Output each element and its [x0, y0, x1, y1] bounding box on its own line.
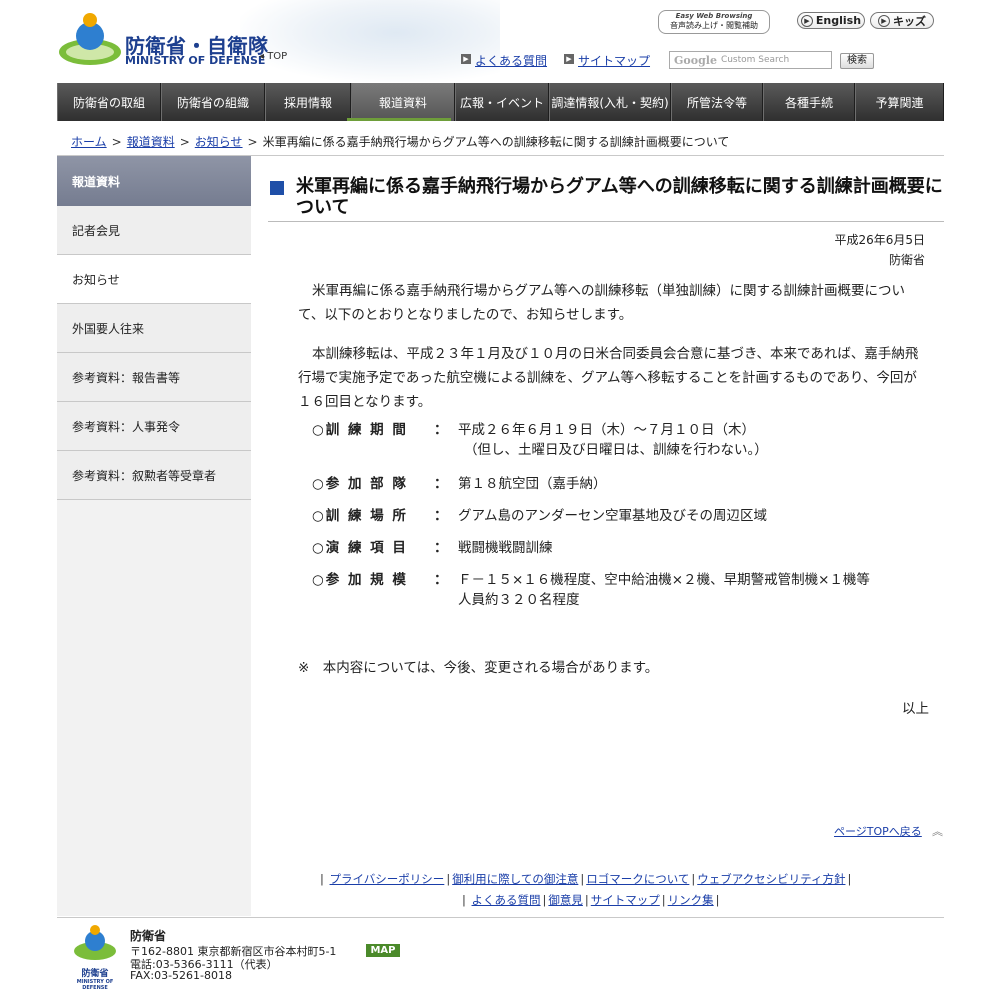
footer-link-notice[interactable]: 御利用に際しての御注意	[452, 872, 578, 886]
footer-logo-ja: 防衛省	[81, 969, 109, 979]
detail-label: ○訓 練 期 間	[312, 422, 408, 438]
page-title: 米軍再編に係る嘉手納飛行場からグアム等への訓練移転に関する訓練計画概要について	[296, 176, 943, 218]
detail-training-item: ○演 練 項 目 ： 戦闘機戦闘訓練	[312, 538, 898, 558]
detail-colon: ：	[434, 540, 448, 556]
english-button[interactable]: ▶ English	[797, 12, 865, 29]
detail-period: ○訓 練 期 間 ： 平成２６年６月１９日（木）～７月１０日（木） （但し、土曜…	[312, 420, 898, 460]
site-logo[interactable]: 防衛省・自衛隊 MINISTRY OF DEFENSE	[57, 12, 297, 72]
breadcrumb: ホーム > 報道資料 > お知らせ > 米軍再編に係る嘉手納飛行場からグアム等への訓練移転に…	[71, 135, 730, 149]
gnav-active-indicator	[347, 118, 451, 121]
footer-links-row1: | プライバシーポリシー | 御利用に際しての御注意 | ロゴマークについて | ウェブアク…	[320, 872, 852, 886]
gnav-item-press[interactable]: 報道資料	[351, 83, 455, 121]
change-note: ※ 本内容については、今後、変更される場合があります。	[298, 660, 659, 676]
detail-value: 平成２６年６月１９日（木）～７月１０日（木）	[458, 422, 755, 438]
detail-label: ○参 加 部 隊	[312, 476, 408, 492]
background-paragraph: 本訓練移転は、平成２３年１月及び１０月の日米合同委員会合意に基づき、本来であれば…	[298, 346, 919, 410]
detail-colon: ：	[434, 476, 448, 492]
detail-label: ○参 加 規 模	[312, 572, 408, 588]
gnav-item-budget[interactable]: 予算関連	[855, 83, 944, 121]
arrow-right-icon: ▶	[878, 14, 890, 27]
search-button[interactable]: 検索	[840, 53, 874, 69]
logo-text-en: MINISTRY OF DEFENSE	[125, 54, 266, 67]
side-nav-heading[interactable]: 報道資料	[57, 156, 251, 206]
footer-logo: 防衛省 MINISTRY OF DEFENSE	[73, 924, 117, 991]
footer-link-opinion[interactable]: 御意見	[548, 893, 583, 907]
side-item-reports[interactable]: 参考資料：報告書等	[57, 353, 251, 402]
arrow-right-icon: ▶	[564, 54, 574, 64]
kids-label: キッズ	[893, 14, 926, 28]
detail-colon: ：	[434, 508, 448, 524]
easy-web-browsing-button[interactable]: Easy Web Browsing 音声読み上げ・閲覧補助	[658, 10, 770, 34]
site-header: 防衛省・自衛隊 MINISTRY OF DEFENSE ◂ TOP Easy W…	[0, 0, 1000, 82]
sitemap-link[interactable]: サイトマップ	[578, 52, 650, 69]
title-square-icon	[270, 181, 284, 195]
detail-value: Ｆ－１５×１６機程度、空中給油機×２機、早期警戒管制機×１機等	[458, 572, 870, 588]
detail-value: 第１８航空団（嘉手納）	[458, 476, 607, 492]
arrow-right-icon: ▶	[461, 54, 471, 64]
google-logo: Google	[674, 53, 717, 67]
page-top-link[interactable]: ページTOPへ戻る	[834, 823, 922, 839]
easy-web-label: 音声読み上げ・閲覧補助	[670, 21, 758, 30]
arrow-right-icon: ▶	[800, 14, 813, 27]
footer-link-privacy[interactable]: プライバシーポリシー	[330, 872, 445, 886]
gnav-item-initiatives[interactable]: 防衛省の取組	[57, 83, 161, 121]
ministry-emblem-icon	[74, 925, 116, 960]
side-item-foreign-visits[interactable]: 外国要人往来	[57, 304, 251, 353]
detail-units: ○参 加 部 隊 ： 第１８航空団（嘉手納）	[312, 474, 898, 494]
detail-value: グアム島のアンダーセン空軍基地及びその周辺区域	[458, 508, 768, 524]
footer-logo-en: MINISTRY OF DEFENSE	[76, 979, 114, 991]
detail-value: 戦闘機戦闘訓練	[458, 540, 553, 556]
side-item-notice[interactable]: お知らせ	[57, 255, 251, 304]
kids-button[interactable]: ▶ キッズ	[870, 12, 934, 29]
divider	[57, 917, 944, 918]
footer-link-accessibility[interactable]: ウェブアクセシビリティ方針	[697, 872, 845, 886]
side-item-press-conference[interactable]: 記者会見	[57, 206, 251, 255]
footer-link-links[interactable]: リンク集	[668, 893, 714, 907]
gnav-item-procedures[interactable]: 各種手続	[763, 83, 855, 121]
english-label: English	[815, 14, 862, 27]
search-input[interactable]: Google Custom Search	[669, 51, 832, 69]
footer-fax: FAX:03-5261-8018	[130, 969, 233, 982]
breadcrumb-home[interactable]: ホーム	[71, 135, 107, 149]
detail-colon: ：	[434, 422, 448, 438]
top-link[interactable]: ◂ TOP	[259, 51, 287, 62]
breadcrumb-notice[interactable]: お知らせ	[195, 135, 243, 149]
detail-label: ○訓 練 場 所	[312, 508, 408, 524]
closing-text: 以上	[902, 701, 929, 717]
breadcrumb-press[interactable]: 報道資料	[127, 135, 175, 149]
search-placeholder: Custom Search	[720, 55, 790, 65]
breadcrumb-current: 米軍再編に係る嘉手納飛行場からグアム等への訓練移転に関する訓練計画概要について	[262, 135, 730, 149]
detail-value-sub: 人員約３２０名程度	[458, 592, 580, 608]
detail-label: ○演 練 項 目	[312, 540, 408, 556]
footer-org-name: 防衛省	[130, 929, 167, 943]
gnav-item-recruitment[interactable]: 採用情報	[265, 83, 351, 121]
faq-link[interactable]: よくある質問	[475, 52, 547, 69]
side-item-decorations[interactable]: 参考資料：叙勲者等受章者	[57, 451, 251, 500]
gnav-item-organization[interactable]: 防衛省の組織	[161, 83, 265, 121]
footer-link-faq[interactable]: よくある質問	[472, 893, 541, 907]
detail-colon: ：	[434, 572, 448, 588]
detail-value-sub: （但し、土曜日及び日曜日は、訓練を行わない。）	[464, 442, 768, 458]
release-date: 平成26年6月5日	[834, 233, 925, 247]
gnav-item-procurement[interactable]: 調達情報(入札・契約)	[549, 83, 671, 121]
detail-scale: ○参 加 規 模 ： Ｆ－１５×１６機程度、空中給油機×２機、早期警戒管制機×１…	[312, 570, 878, 610]
ministry-emblem-icon	[59, 13, 121, 65]
gnav-item-events[interactable]: 広報・イベント	[455, 83, 549, 121]
side-nav: 報道資料 記者会見 お知らせ 外国要人往来 参考資料：報告書等 参考資料：人事発…	[57, 156, 251, 916]
intro-paragraph: 米軍再編に係る嘉手納飛行場からグアム等への訓練移転（単独訓練）に関する訓練計画概…	[298, 283, 906, 323]
footer-link-logo[interactable]: ロゴマークについて	[586, 872, 689, 886]
map-button[interactable]: MAP	[366, 944, 400, 957]
detail-location: ○訓 練 場 所 ： グアム島のアンダーセン空軍基地及びその周辺区域	[312, 506, 898, 526]
gnav-item-laws[interactable]: 所管法令等	[671, 83, 763, 121]
footer-links-row2: | よくある質問 | 御意見 | サイトマップ | リンク集 |	[462, 893, 720, 907]
release-org: 防衛省	[888, 253, 925, 267]
side-item-personnel[interactable]: 参考資料：人事発令	[57, 402, 251, 451]
page-title-block: 米軍再編に係る嘉手納飛行場からグアム等への訓練移転に関する訓練計画概要について	[268, 176, 944, 222]
double-chevron-up-icon: ︽	[932, 825, 943, 838]
release-info: 平成26年6月5日 防衛省	[834, 230, 925, 270]
easy-web-title: Easy Web Browsing	[675, 12, 753, 20]
global-nav: 防衛省の取組 防衛省の組織 採用情報 報道資料 広報・イベント 調達情報(入札・…	[57, 83, 944, 121]
footer-link-sitemap[interactable]: サイトマップ	[591, 893, 660, 907]
